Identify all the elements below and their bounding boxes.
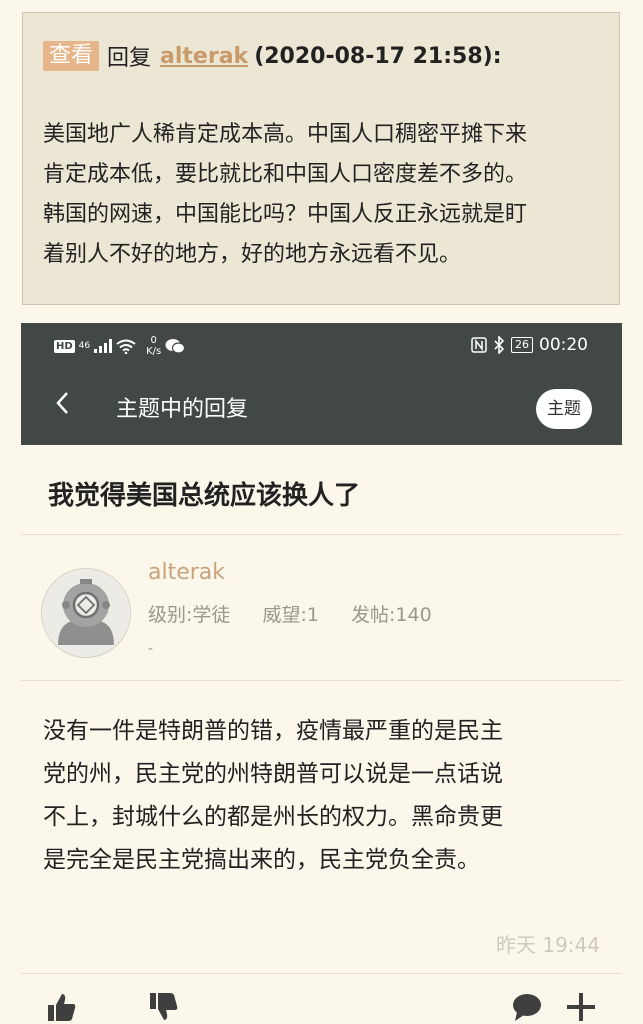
post-actions <box>511 991 597 1023</box>
signal-icon <box>94 339 113 353</box>
topic-button[interactable]: 主题 <box>536 389 592 429</box>
embedded-phone-screenshot: HD 46 0 K/s 26 00:20 主题中的回复 主题 我觉得美国总统应该… <box>21 323 622 1024</box>
comment-icon[interactable] <box>511 991 543 1023</box>
nfc-icon <box>471 337 487 353</box>
wifi-icon <box>116 339 136 354</box>
thumbs-up-icon[interactable] <box>45 991 77 1023</box>
back-icon[interactable] <box>55 391 69 415</box>
thumbs-down-icon[interactable] <box>147 991 179 1023</box>
post-line: 是完全是民主党搞出来的，民主党负全责。 <box>43 847 480 873</box>
quote-line: 肯定成本低，要比就比和中国人口密度差不多的。 <box>43 162 528 187</box>
quote-header: 查看 回复 alterak (2020-08-17 21:58): <box>43 40 502 72</box>
wechat-icon <box>165 339 186 354</box>
diving-helmet-icon <box>42 569 130 657</box>
divider <box>21 534 622 535</box>
avatar[interactable] <box>41 568 131 658</box>
divider <box>21 973 622 974</box>
reply-label: 回复 <box>107 46 152 71</box>
status-bar: HD 46 0 K/s 26 00:20 <box>21 323 622 369</box>
quoted-reply: 查看 回复 alterak (2020-08-17 21:58): 美国地广人稀… <box>22 12 620 305</box>
page-title: 主题中的回复 <box>116 397 249 422</box>
quote-username-link[interactable]: alterak <box>160 44 248 69</box>
post-line: 没有一件是特朗普的错，疫情最严重的是民主 <box>43 718 503 744</box>
user-post-count: 发帖:140 <box>351 604 432 626</box>
user-signature: - <box>148 641 154 657</box>
user-reputation: 威望:1 <box>262 604 319 626</box>
post-line: 不上，封城什么的都是州长的权力。黑命贵更 <box>43 804 503 830</box>
network-type: 46 <box>78 341 91 351</box>
vote-actions <box>45 991 179 1023</box>
divider <box>21 680 622 681</box>
quote-line: 着别人不好的地方，好的地方永远看不见。 <box>43 242 462 267</box>
quote-text: 美国地广人稀肯定成本高。中国人口稠密平摊下来 肯定成本低，要比就比和中国人口密度… <box>43 115 603 275</box>
user-stats: 级别:学徒 威望:1 发帖:140 <box>148 600 458 627</box>
post-time: 昨天 19:44 <box>496 933 600 957</box>
post-username[interactable]: alterak <box>148 560 225 585</box>
view-button[interactable]: 查看 <box>43 41 100 71</box>
quote-line: 美国地广人稀肯定成本高。中国人口稠密平摊下来 <box>43 122 528 147</box>
plus-icon[interactable] <box>565 991 597 1023</box>
user-level: 级别:学徒 <box>148 604 231 626</box>
speed-value: 0 <box>150 335 157 346</box>
post-body: 没有一件是特朗普的错，疫情最严重的是民主 党的州，民主党的州特朗普可以说是一点话… <box>43 710 603 882</box>
bluetooth-icon <box>494 336 505 354</box>
battery-indicator: 26 <box>511 337 533 353</box>
quote-timestamp: (2020-08-17 21:58): <box>254 43 502 69</box>
speed-unit: K/s <box>146 346 162 357</box>
clock: 00:20 <box>539 335 588 355</box>
status-right: 26 00:20 <box>471 335 588 355</box>
thread-title: 我觉得美国总统应该换人了 <box>48 481 361 511</box>
quote-line: 韩国的网速，中国能比吗？中国人反正永远就是盯 <box>43 202 528 227</box>
status-left: HD 46 0 K/s <box>54 335 186 357</box>
hd-badge: HD <box>54 339 75 353</box>
nav-bar: 主题中的回复 主题 <box>21 369 622 445</box>
post-line: 党的州，民主党的州特朗普可以说是一点话说 <box>43 761 503 787</box>
network-speed: 0 K/s <box>146 335 161 357</box>
